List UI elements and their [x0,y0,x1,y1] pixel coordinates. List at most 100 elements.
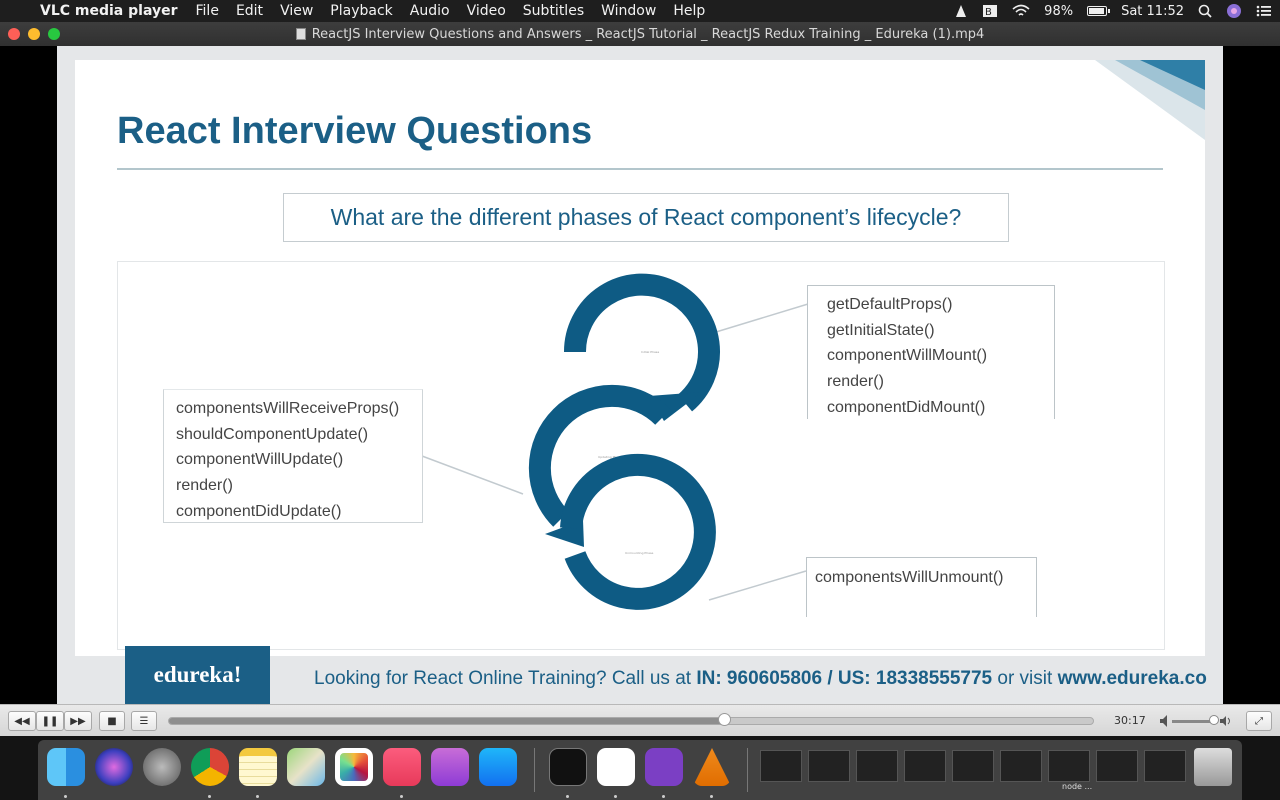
updating-methods-list: componentsWillReceiveProps() shouldCompo… [163,389,423,523]
vlc-status-icon[interactable] [954,4,968,18]
volume-low-icon[interactable] [1160,715,1170,727]
battery-percent: 98% [1044,3,1074,19]
siri-icon[interactable] [95,748,133,786]
footer-text-mid: or visit [992,668,1058,689]
unmounting-methods-list: componentsWillUnmount() [806,557,1037,617]
method-item: componentDidMount() [827,398,986,416]
menu-bar: VLC media player File Edit View Playback… [0,0,1280,22]
seek-handle[interactable] [717,713,731,726]
menu-file[interactable]: File [196,3,219,19]
battery-icon[interactable] [1087,6,1111,16]
seek-progress [169,718,724,724]
vlc-icon[interactable] [693,748,731,786]
running-indicator [614,795,617,798]
unmounting-phase-arc [560,453,716,610]
document-icon [295,28,306,40]
method-item: getDefaultProps() [827,296,953,313]
running-indicator [662,795,665,798]
window-title-bar: ReactJS Interview Questions and Answers … [0,22,1280,46]
method-item: componentsWillReceiveProps() [176,400,400,417]
fast-forward-button[interactable]: ▶▶ [64,711,92,731]
footer-phones: IN: 960605806 / US: 18338555775 [696,668,993,689]
running-indicator [64,795,67,798]
appstore-icon[interactable] [479,748,517,786]
vscode-icon[interactable] [597,748,635,786]
running-indicator [256,795,259,798]
playlist-button[interactable]: ☰ [131,711,157,731]
running-indicator [208,795,211,798]
window-thumbnail-label: node ... [1062,782,1093,791]
menu-playback[interactable]: Playback [330,3,392,19]
footer-text: Looking for React Online Training? Call … [314,668,1207,690]
wifi-icon[interactable] [1012,4,1030,18]
photos-icon[interactable] [335,748,373,786]
unmounting-phase-label: Unmounting Phase [625,551,654,555]
pause-button[interactable]: ❚❚ [36,711,64,731]
notification-center-icon[interactable] [1256,4,1272,18]
menu-window[interactable]: Window [601,3,656,19]
finder-icon[interactable] [47,748,85,786]
method-item: componentsWillUnmount() [815,569,1004,586]
github-desktop-icon[interactable] [645,748,683,786]
running-indicator [710,795,713,798]
initial-methods-list: getDefaultProps() getInitialState() comp… [807,285,1055,419]
method-item: getInitialState() [827,321,935,339]
app-menu[interactable]: VLC media player [40,3,178,19]
menu-audio[interactable]: Audio [410,3,450,19]
trash-icon[interactable] [1194,748,1232,786]
minimized-window-thumbnail[interactable] [808,750,850,782]
minimized-window-thumbnail[interactable] [904,750,946,782]
dock-separator [534,748,535,792]
minimized-window-thumbnail[interactable] [1048,750,1090,782]
method-item: shouldComponentUpdate() [176,425,369,443]
method-item: render() [827,373,884,391]
spotlight-search-icon[interactable] [1198,4,1212,18]
volume-handle[interactable] [1208,715,1219,725]
minimized-window-thumbnail[interactable] [1096,750,1138,782]
window-title: ReactJS Interview Questions and Answers … [311,26,985,42]
menu-view[interactable]: View [280,3,313,19]
seek-bar[interactable] [168,717,1094,725]
music-icon[interactable] [383,748,421,786]
footer-text-prefix: Looking for React Online Training? Call … [314,668,697,689]
elapsed-time[interactable]: 30:17 [1114,714,1146,727]
zoom-window-button[interactable] [48,28,60,40]
menu-help[interactable]: Help [673,3,705,19]
method-item: componentWillMount() [827,347,988,365]
slide-content: React Interview Questions What are the d… [75,60,1205,656]
notes-icon[interactable] [239,748,277,786]
close-window-button[interactable] [8,28,20,40]
footer-site: www.edureka.co [1057,668,1207,689]
podcasts-icon[interactable] [431,748,469,786]
initial-phase-label: Initial Phase [641,350,659,354]
minimized-window-thumbnail[interactable] [856,750,898,782]
minimized-window-thumbnail[interactable] [760,750,802,782]
siri-status-icon[interactable] [1226,3,1242,19]
running-indicator [400,795,403,798]
svg-text:B: B [985,7,992,18]
launchpad-icon[interactable] [143,748,181,786]
playback-controls: ◀◀ ❚❚ ▶▶ ■ ☰ 30:17 ⤢ [0,704,1280,736]
method-item: componentDidUpdate() [176,502,342,520]
minimize-window-button[interactable] [28,28,40,40]
minimized-window-thumbnail[interactable] [1000,750,1042,782]
chrome-icon[interactable] [191,748,229,786]
dock-separator [747,748,748,792]
clock[interactable]: Sat 11:52 [1121,4,1184,19]
maps-icon[interactable] [287,748,325,786]
bluetooth-icon[interactable]: B [982,4,998,18]
stop-button[interactable]: ■ [99,711,125,731]
edureka-logo: edureka! [125,646,270,704]
minimized-window-thumbnail[interactable] [1144,750,1186,782]
menu-video[interactable]: Video [467,3,506,19]
terminal-icon[interactable] [549,748,587,786]
menu-edit[interactable]: Edit [236,3,263,19]
volume-high-icon[interactable] [1220,715,1232,727]
video-area[interactable]: React Interview Questions What are the d… [0,46,1280,704]
menu-subtitles[interactable]: Subtitles [523,3,584,19]
minimized-window-thumbnail[interactable] [952,750,994,782]
rewind-button[interactable]: ◀◀ [8,711,36,731]
slide-footer: edureka! Looking for React Online Traini… [57,646,1223,704]
video-frame-slide: React Interview Questions What are the d… [57,46,1223,704]
fullscreen-button[interactable]: ⤢ [1246,711,1272,731]
